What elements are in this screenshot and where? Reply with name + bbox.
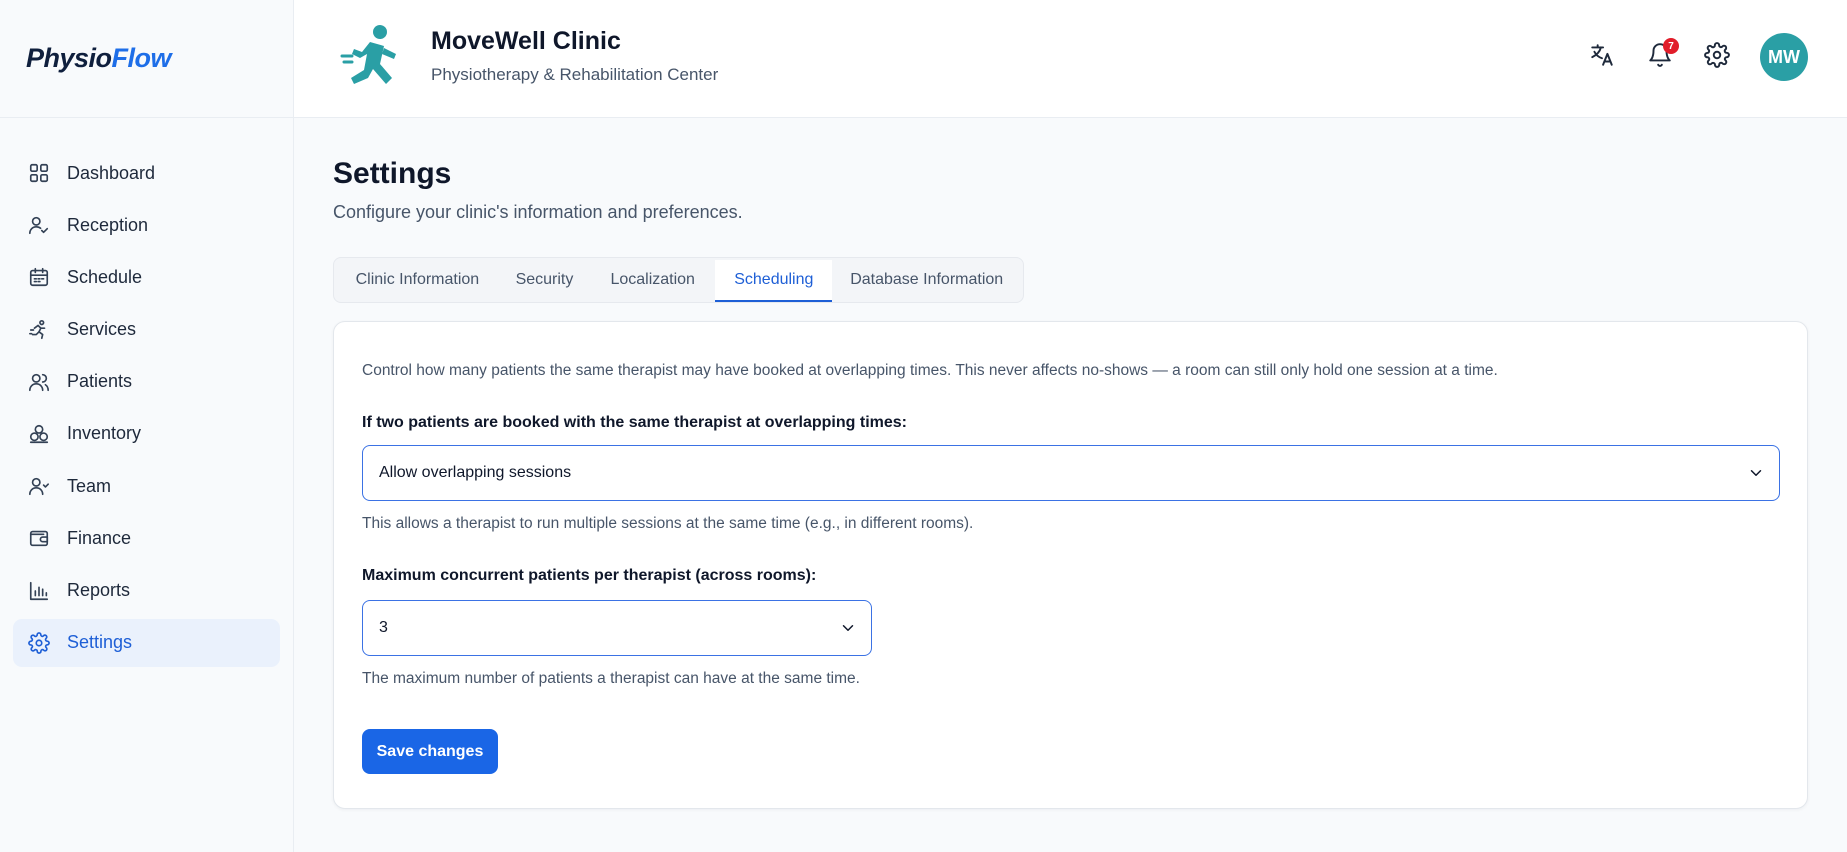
save-changes-button[interactable]: Save changes [362,729,498,774]
user-check-icon [27,213,51,237]
sidebar-item-label: Finance [67,527,132,548]
team-icon [27,474,51,498]
tab-security[interactable]: Security [499,258,590,302]
sidebar-item-label: Services [67,319,137,340]
running-person-icon [27,318,51,342]
sidebar-item-services[interactable]: Services [13,306,280,354]
tab-scheduling[interactable]: Scheduling [715,260,833,302]
app-logo[interactable]: PhysioFlow [26,43,172,74]
chevron-down-icon [839,619,857,637]
page-title: Settings [333,157,452,190]
sidebar-item-label: Inventory [67,423,142,444]
overlap-policy-help: This allows a therapist to run multiple … [362,515,974,532]
overlap-policy-value: Allow overlapping sessions [379,464,572,481]
logo-area: PhysioFlow [0,0,293,118]
sidebar-item-settings[interactable]: Settings [13,618,280,667]
gear-icon [27,631,51,655]
calendar-icon [27,265,51,289]
logo-text-physio: Physio [26,43,112,73]
translate-button[interactable] [1587,42,1617,72]
sidebar-item-label: Schedule [67,266,143,287]
notifications-button[interactable]: 7 [1645,38,1679,72]
chevron-down-icon [1747,464,1765,482]
gear-icon [1704,41,1730,73]
scheduling-intro: Control how many patients the same thera… [362,362,1498,379]
logo-text-flow: Flow [111,43,172,73]
boxes-icon [27,422,51,446]
sidebar-item-team[interactable]: Team [13,462,280,510]
max-concurrent-help: The maximum number of patients a therapi… [362,670,860,687]
max-concurrent-label: Maximum concurrent patients per therapis… [362,567,817,584]
sidebar-item-dashboard[interactable]: Dashboard [13,149,280,197]
sidebar-item-finance[interactable]: Finance [13,514,280,562]
grid-icon [27,161,51,185]
clinic-subtitle: Physiotherapy & Rehabilitation Center [431,65,719,84]
top-header: MoveWell Clinic Physiotherapy & Rehabili… [294,0,1847,118]
clinic-name: MoveWell Clinic [431,27,621,55]
sidebar-nav: Dashboard Reception Schedule Services Pa… [0,118,293,667]
settings-button[interactable] [1702,41,1732,73]
wallet-icon [27,526,51,550]
page-subtitle: Configure your clinic's information and … [333,202,743,222]
sidebar-item-label: Settings [67,632,133,653]
translate-icon [1589,42,1615,73]
overlap-policy-select[interactable]: Allow overlapping sessions [362,445,1780,501]
users-icon [27,370,51,394]
tab-database-information[interactable]: Database Information [832,258,1021,302]
bar-chart-icon [27,579,51,603]
sidebar-item-schedule[interactable]: Schedule [13,253,280,301]
overlap-policy-label: If two patients are booked with the same… [362,414,907,431]
tab-localization[interactable]: Localization [590,258,715,302]
sidebar: PhysioFlow Dashboard Reception Schedule [0,0,294,852]
sidebar-item-label: Reception [67,214,149,235]
sidebar-item-label: Patients [67,371,133,392]
user-avatar[interactable]: MW [1760,33,1808,81]
sidebar-item-label: Dashboard [67,162,156,183]
sidebar-item-reception[interactable]: Reception [13,201,280,249]
clinic-logo-running-person-icon [340,22,404,92]
notification-badge: 7 [1663,38,1679,54]
settings-tabs: Clinic Information Security Localization… [333,257,1024,303]
scheduling-card: Control how many patients the same thera… [333,321,1808,809]
max-concurrent-select[interactable]: 3 [362,600,872,656]
sidebar-item-reports[interactable]: Reports [13,567,280,615]
sidebar-item-inventory[interactable]: Inventory [13,410,280,458]
max-concurrent-value: 3 [379,619,388,636]
sidebar-item-label: Reports [67,580,131,600]
tab-clinic-information[interactable]: Clinic Information [336,258,499,302]
sidebar-item-patients[interactable]: Patients [13,358,280,406]
sidebar-item-label: Team [67,475,112,496]
